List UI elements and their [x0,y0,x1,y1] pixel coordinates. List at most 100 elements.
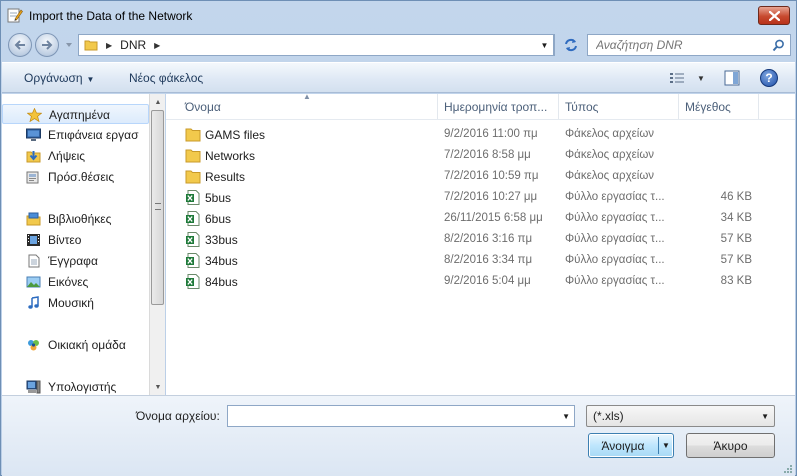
file-row[interactable]: 84bus 9/2/2016 5:04 μμ Φύλλο εργασίας τ.… [166,271,795,292]
nav-item-favorites[interactable]: Αγαπημένα [2,104,149,124]
file-date: 26/11/2015 6:58 μμ [444,212,543,224]
file-size: 46 KB [720,191,752,203]
column-header-date-modified[interactable]: Ημερομηνία τροπ... [438,94,559,119]
chevron-down-icon: ▼ [697,73,705,83]
nav-item-documents[interactable]: Έγγραφα [2,251,149,271]
organize-menu-button[interactable]: Οργάνωση ▼ [24,71,94,85]
close-icon [768,10,780,21]
chevron-down-icon[interactable]: ▼ [562,412,570,421]
nav-item-computer[interactable]: Υπολογιστής [2,377,149,395]
nav-item-downloads[interactable]: Λήψεις [2,146,149,166]
file-open-dialog: Import the Data of the Network ▶ DNR ▶ ▼ [0,0,797,476]
file-type: Φύλλο εργασίας τ... [565,275,665,287]
grip-icon [155,203,161,210]
navigation-scrollbar[interactable]: ▲ ▼ [149,94,165,395]
organize-label: Οργάνωση [24,71,83,85]
nav-item-pictures[interactable]: Εικόνες [2,272,149,292]
computer-icon [26,380,41,394]
nav-item-label: Αγαπημένα [49,108,110,122]
window-title: Import the Data of the Network [29,9,193,23]
file-date: 7/2/2016 8:58 μμ [444,149,531,161]
close-button[interactable] [758,6,790,25]
nav-item-label: Βίντεο [48,233,82,247]
file-type: Φύλλο εργασίας τ... [565,254,665,266]
file-row[interactable]: 33bus 8/2/2016 3:16 πμ Φύλλο εργασίας τ.… [166,229,795,250]
music-icon [28,296,39,309]
command-bar: Οργάνωση ▼ Νέος φάκελος ▼ ? [2,62,795,93]
downloads-icon [26,151,41,163]
column-header-name[interactable]: ▲ Όνομα [166,92,438,119]
file-row[interactable]: 5bus 7/2/2016 10:27 μμ Φύλλο εργασίας τ.… [166,187,795,208]
new-folder-button[interactable]: Νέος φάκελος [129,71,203,85]
file-row[interactable]: Networks 7/2/2016 8:58 μμ Φάκελος αρχείω… [166,145,795,166]
star-icon [27,108,42,122]
file-name: 84bus [205,275,238,289]
chevron-down-icon: ▼ [86,75,95,84]
dialog-footer: Όνομα αρχείου: ▼ (*.xls) ▼ Άνοιγμα ▼ Άκυ… [2,395,795,476]
folder-icon [185,149,201,163]
recent-pages-dropdown-icon[interactable] [64,40,74,50]
change-view-button[interactable]: ▼ [669,70,705,86]
nav-item-label: Λήψεις [48,149,86,163]
address-dropdown-button[interactable]: ▼ [536,34,554,56]
search-input[interactable] [596,38,766,52]
nav-item-desktop[interactable]: Επιφάνεια εργασ [2,125,149,145]
chevron-down-icon[interactable]: ▼ [662,441,670,450]
nav-item-libraries[interactable]: Βιβλιοθήκες [2,209,149,229]
arrow-right-icon [42,40,53,50]
file-name: Networks [205,149,256,163]
column-header-type[interactable]: Τύπος [559,94,679,119]
title-bar[interactable]: Import the Data of the Network [1,1,796,31]
file-row[interactable]: 34bus 8/2/2016 3:34 πμ Φύλλο εργασίας τ.… [166,250,795,271]
open-button-label: Άνοιγμα [601,439,645,453]
file-type: Φύλλο εργασίας τ... [565,191,665,203]
file-type: Φάκελος αρχείων [565,170,655,182]
cancel-button-label: Άκυρο [713,439,748,453]
scroll-up-icon[interactable]: ▲ [150,94,166,110]
breadcrumb-separator-icon[interactable]: ▶ [106,41,112,50]
recent-places-icon [26,171,39,184]
file-row[interactable]: Results 7/2/2016 10:59 πμ Φάκελος αρχείω… [166,166,795,187]
help-button[interactable]: ? [760,69,778,87]
file-size: 57 KB [720,233,752,245]
excel-file-icon [186,190,200,205]
file-name: 5bus [205,191,232,205]
breadcrumb-item-dnr[interactable]: DNR [120,38,146,52]
search-box[interactable] [587,34,791,56]
file-row[interactable]: 6bus 26/11/2015 6:58 μμ Φύλλο εργασίας τ… [166,208,795,229]
filename-input[interactable] [232,409,552,423]
desktop-icon [26,128,41,141]
file-list: ▲ Όνομα Ημερομηνία τροπ... Τύπος Μέγεθος… [166,92,795,395]
resize-grip-icon[interactable] [783,464,793,474]
open-button[interactable]: Άνοιγμα ▼ [588,433,674,458]
back-button[interactable] [8,33,32,57]
filename-combobox[interactable]: ▼ [227,405,575,427]
excel-file-icon [186,211,200,226]
cancel-button[interactable]: Άκυρο [686,433,775,458]
navigation-pane: Αγαπημένα Επιφάνεια εργασ Λήψεις Πρόσ.θέ… [2,94,149,395]
nav-item-videos[interactable]: Βίντεο [2,230,149,250]
column-header-size[interactable]: Μέγεθος [679,94,759,119]
breadcrumb-separator-icon[interactable]: ▶ [154,41,160,50]
nav-item-homegroup[interactable]: Οικιακή ομάδα [2,335,149,355]
refresh-button[interactable] [561,34,581,56]
libraries-icon [26,212,41,226]
nav-item-recent-places[interactable]: Πρόσ.θέσεις [2,167,149,187]
file-row[interactable]: GAMS files 9/2/2016 11:00 πμ Φάκελος αρχ… [166,124,795,145]
scroll-down-icon[interactable]: ▼ [150,379,166,395]
breadcrumb[interactable]: ▶ DNR ▶ [78,34,555,56]
file-type-filter[interactable]: (*.xls) ▼ [586,405,775,427]
file-type: Φύλλο εργασίας τ... [565,212,665,224]
forward-button[interactable] [35,33,59,57]
file-type-filter-value: (*.xls) [593,409,624,423]
preview-pane-icon[interactable] [724,70,740,86]
scrollbar-thumb[interactable] [151,110,164,305]
arrow-left-icon [14,40,25,50]
file-name: 6bus [205,212,232,226]
search-icon[interactable] [772,39,785,52]
details-view-icon [670,73,684,83]
nav-item-music[interactable]: Μουσική [2,293,149,313]
chevron-down-icon: ▼ [761,412,769,421]
nav-item-label: Πρόσ.θέσεις [48,170,115,184]
refresh-icon [565,38,577,52]
